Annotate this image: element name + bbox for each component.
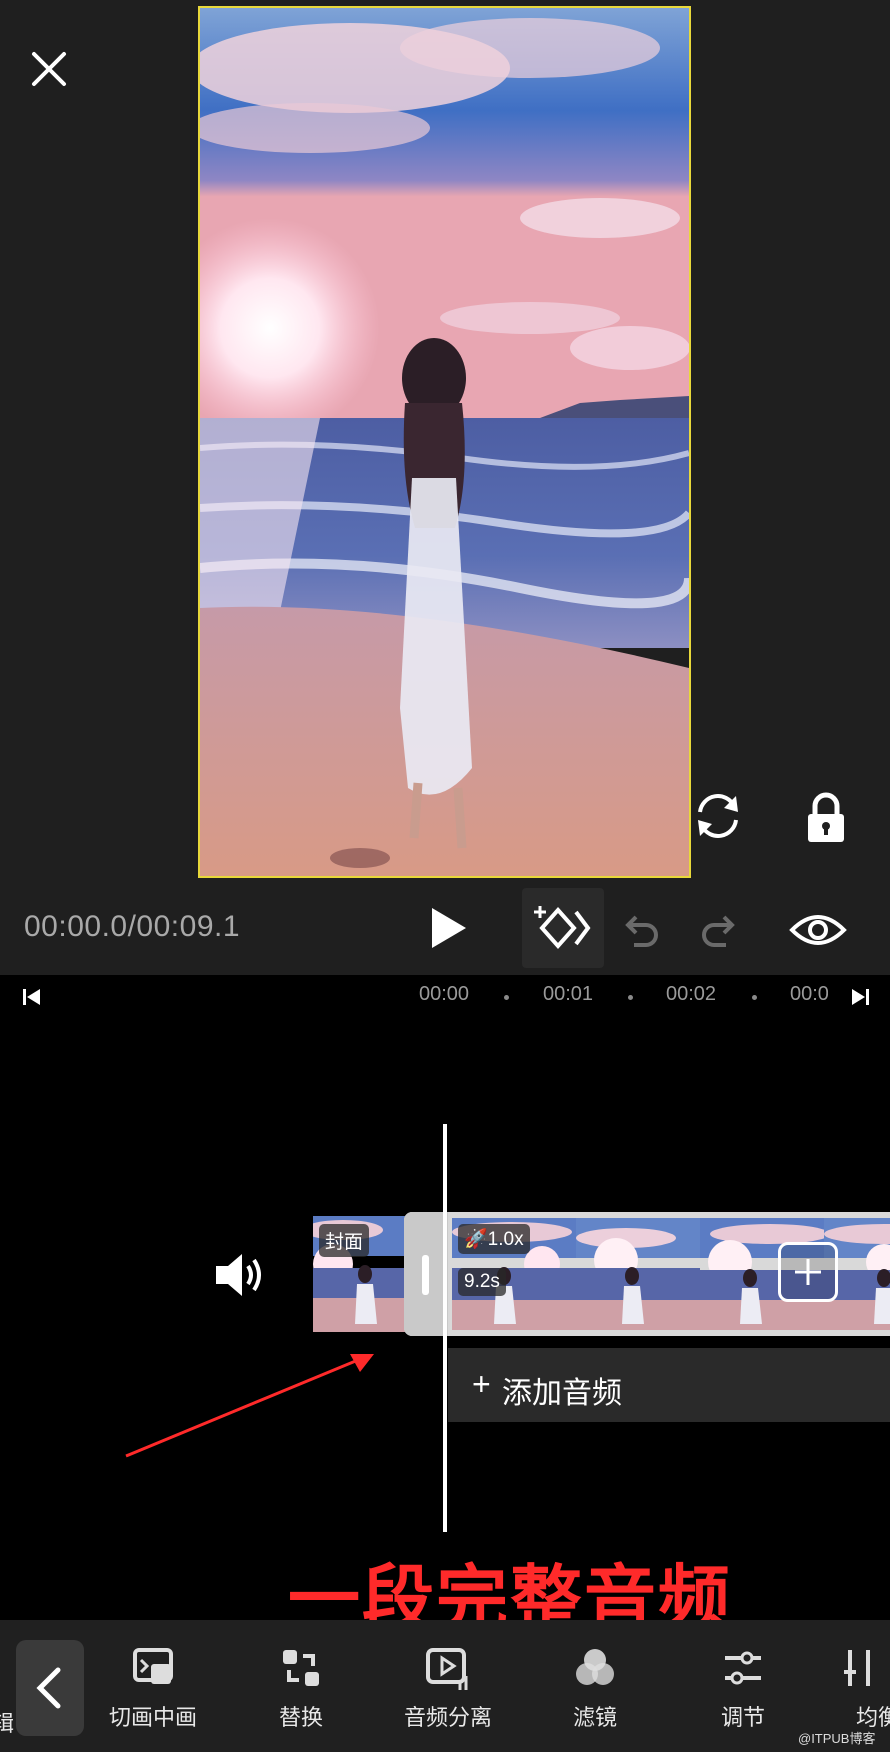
chevron-left-icon: [36, 1667, 61, 1709]
plus-icon: +: [472, 1366, 491, 1402]
cover-label: 封面: [319, 1224, 370, 1257]
rocket-icon: 🚀: [464, 1229, 488, 1250]
rotate-button[interactable]: [690, 788, 746, 844]
plus-icon: [795, 1259, 821, 1285]
tool-adjust[interactable]: 调节: [678, 1644, 808, 1744]
picture-in-picture-icon: [133, 1648, 173, 1684]
add-audio-label: 添加音频: [502, 1377, 622, 1410]
play-button[interactable]: [420, 900, 476, 956]
close-button[interactable]: [24, 44, 74, 94]
tool-filter[interactable]: 滤镜: [530, 1644, 660, 1744]
undo-icon: [625, 915, 658, 947]
tick-label: 00:01: [543, 983, 594, 1005]
preview-toggle-button[interactable]: [788, 900, 848, 960]
replace-icon: [283, 1650, 319, 1686]
tool-picture-in-picture[interactable]: 切画中画: [88, 1644, 218, 1744]
filter-icon: [576, 1649, 614, 1685]
tool-label: 调节: [720, 1705, 765, 1730]
back-button[interactable]: [16, 1640, 84, 1736]
playhead[interactable]: [443, 1124, 447, 1532]
watermark: @ITPUB博客: [798, 1731, 876, 1746]
speaker-icon: [216, 1254, 261, 1296]
time-ruler[interactable]: 00:00 00:01 00:02 00:0: [0, 975, 890, 1017]
tool-replace[interactable]: 替换: [236, 1644, 366, 1744]
tool-label: 切画中画: [108, 1705, 197, 1730]
trim-handle-grip: [422, 1255, 429, 1295]
jump-to-start-icon[interactable]: [20, 985, 44, 1009]
undo-button[interactable]: [616, 905, 666, 955]
volume-button[interactable]: [212, 1248, 268, 1302]
rotate-icon: [698, 794, 738, 838]
audio-separate-icon: [426, 1648, 468, 1690]
lock-icon: [808, 792, 844, 842]
tick-dot: [752, 995, 757, 1000]
clip-frame: [576, 1218, 700, 1330]
tick-dot: [504, 995, 509, 1000]
redo-icon: [702, 915, 735, 947]
tick-label: 00:0: [790, 983, 828, 1005]
video-preview[interactable]: [198, 6, 691, 878]
tool-label: 替换: [278, 1705, 323, 1730]
tick-label: 00:00: [419, 983, 470, 1005]
close-icon: [32, 52, 66, 86]
adjust-icon: [725, 1651, 761, 1685]
time-display: 00:00.0/00:09.1: [24, 910, 241, 943]
beach-scene-image: [200, 8, 689, 876]
lock-button[interactable]: [798, 790, 854, 846]
cover-thumbnail[interactable]: 封面: [313, 1216, 405, 1332]
jump-to-end-icon[interactable]: [848, 985, 872, 1009]
keyframe-icon: [534, 906, 591, 950]
tool-label: 音频分离: [403, 1705, 492, 1730]
tool-audio-separate[interactable]: 音频分离: [383, 1644, 513, 1744]
tick-label: 00:02: [666, 983, 717, 1005]
speed-badge: 🚀1.0x: [458, 1224, 530, 1254]
play-icon: [432, 908, 466, 948]
eye-icon: [789, 915, 847, 945]
equalizer-icon: [844, 1650, 870, 1686]
redo-button[interactable]: [694, 905, 744, 955]
speed-value: 1.0x: [487, 1229, 524, 1250]
toolbar-partial-label: 编辑: [0, 1711, 14, 1736]
add-clip-button[interactable]: [778, 1242, 838, 1302]
annotation-arrow-icon: [125, 1354, 374, 1458]
tool-label: 滤镜: [572, 1705, 617, 1730]
tick-dot: [628, 995, 633, 1000]
keyframe-button[interactable]: [522, 888, 604, 968]
duration-badge: 9.2s: [458, 1268, 506, 1296]
